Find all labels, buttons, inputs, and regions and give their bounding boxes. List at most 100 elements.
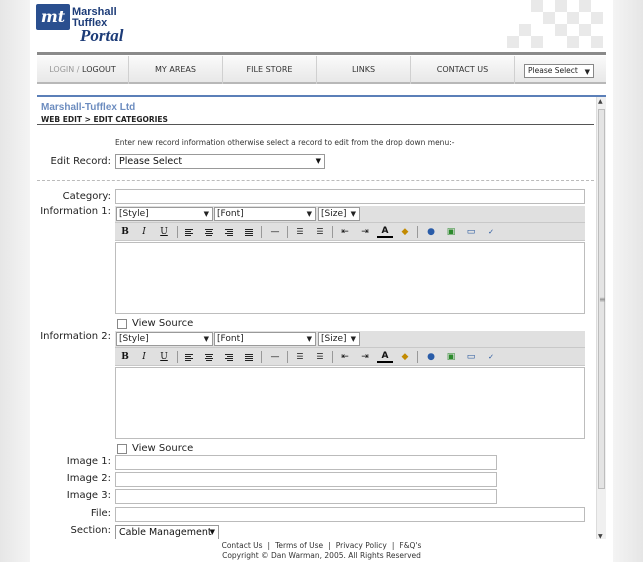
nav-quick-select[interactable]: Please Select ▼ xyxy=(524,64,594,78)
underline-icon[interactable]: U xyxy=(156,224,172,240)
nav-select-value: Please Select xyxy=(528,66,578,75)
ordered-list-icon[interactable]: ☰ xyxy=(292,224,308,240)
font-color-icon[interactable]: A xyxy=(377,349,393,363)
information2-editor: [Style] ▼ [Font] ▼ [Size] ▼ B I U — ☰ ☰ ⇤ xyxy=(115,331,585,441)
spellcheck-icon[interactable]: ✓ xyxy=(483,224,499,240)
justify-icon[interactable] xyxy=(241,349,257,365)
italic-icon[interactable]: I xyxy=(136,349,152,365)
chevron-down-icon: ▼ xyxy=(350,335,356,343)
italic-icon[interactable]: I xyxy=(136,224,152,240)
bold-icon[interactable]: B xyxy=(117,224,133,240)
size-select[interactable]: [Size] ▼ xyxy=(318,207,360,221)
footer-privacy-link[interactable]: Privacy Policy xyxy=(336,541,387,550)
horizontal-rule-icon[interactable]: — xyxy=(267,224,283,240)
category-label: Category: xyxy=(62,191,111,202)
panel-scrollbar[interactable]: ▲ ≡ ▼ xyxy=(596,97,606,539)
footer-separator: | xyxy=(267,541,271,550)
align-center-icon[interactable] xyxy=(201,349,217,365)
category-input[interactable] xyxy=(115,189,585,204)
spellcheck-icon[interactable]: ✓ xyxy=(483,349,499,365)
file-label: File: xyxy=(90,508,111,519)
align-right-icon[interactable] xyxy=(221,224,237,240)
ordered-list-icon[interactable]: ☰ xyxy=(292,349,308,365)
view-source-label-1: View Source xyxy=(132,318,194,329)
chevron-down-icon: ▼ xyxy=(350,210,356,218)
chevron-down-icon: ▼ xyxy=(203,210,209,218)
nav-my-areas[interactable]: MY AREAS xyxy=(129,56,223,84)
section-label: Section: xyxy=(70,525,111,536)
highlight-icon[interactable]: ◆ xyxy=(397,349,413,365)
indent-icon[interactable]: ⇥ xyxy=(357,349,373,365)
file-input[interactable] xyxy=(115,507,585,522)
outdent-icon[interactable]: ⇤ xyxy=(337,349,353,365)
align-center-icon[interactable] xyxy=(201,224,217,240)
style-select[interactable]: [Style] ▼ xyxy=(116,207,213,221)
outdent-icon[interactable]: ⇤ xyxy=(337,224,353,240)
horizontal-rule-icon[interactable]: — xyxy=(267,349,283,365)
table-icon[interactable]: ▭ xyxy=(463,224,479,240)
footer-contact-link[interactable]: Contact Us xyxy=(222,541,263,550)
edit-record-select[interactable]: Please Select ▼ xyxy=(115,154,325,169)
copyright-text: Copyright © Dan Warman, 2005. All Rights… xyxy=(222,551,421,560)
scroll-down-icon[interactable]: ▼ xyxy=(598,533,603,539)
unordered-list-icon[interactable]: ☰ xyxy=(312,349,328,365)
footer-faq-link[interactable]: F&Q's xyxy=(399,541,421,550)
edit-record-value: Please Select xyxy=(119,156,183,167)
edit-panel: Marshall-Tufflex Ltd WEB EDIT > EDIT CAT… xyxy=(37,95,606,539)
chevron-down-icon: ▼ xyxy=(306,335,312,343)
nav-contact-us[interactable]: CONTACT US xyxy=(411,56,515,84)
nav-file-store[interactable]: FILE STORE xyxy=(223,56,317,84)
justify-icon[interactable] xyxy=(241,224,257,240)
company-name: Marshall-Tufflex Ltd xyxy=(41,102,136,113)
nav-links[interactable]: LINKS xyxy=(317,56,411,84)
highlight-icon[interactable]: ◆ xyxy=(397,224,413,240)
size-select[interactable]: [Size] ▼ xyxy=(318,332,360,346)
information2-textarea[interactable] xyxy=(115,367,585,439)
information1-label: Information 1: xyxy=(40,206,111,217)
logo-text-portal: Portal xyxy=(80,26,124,45)
information1-editor: [Style] ▼ [Font] ▼ [Size] ▼ B I U — ☰ ☰ ⇤ xyxy=(115,206,585,316)
font-value: [Font] xyxy=(217,334,244,344)
chevron-down-icon: ▼ xyxy=(584,68,590,76)
font-value: [Font] xyxy=(217,209,244,219)
image3-input[interactable] xyxy=(115,489,497,504)
nav-logout-link[interactable]: LOGOUT xyxy=(82,65,116,74)
view-source-checkbox-1[interactable] xyxy=(117,319,127,329)
portal-logo[interactable]: mt Marshall Tufflex Portal xyxy=(36,4,136,48)
image-icon[interactable]: ▣ xyxy=(443,224,459,240)
view-source-label-2: View Source xyxy=(132,443,194,454)
chevron-down-icon: ▼ xyxy=(306,210,312,218)
section-select[interactable]: Cable Management ▼ xyxy=(115,525,219,539)
header: mt Marshall Tufflex Portal xyxy=(30,0,613,52)
image1-input[interactable] xyxy=(115,455,497,470)
chevron-down-icon: ▼ xyxy=(315,157,321,165)
link-icon[interactable]: ● xyxy=(423,224,439,240)
font-color-icon[interactable]: A xyxy=(377,224,393,238)
style-select[interactable]: [Style] ▼ xyxy=(116,332,213,346)
indent-icon[interactable]: ⇥ xyxy=(357,224,373,240)
image2-input[interactable] xyxy=(115,472,497,487)
nav-login-link[interactable]: LOGIN / xyxy=(49,65,79,74)
align-left-icon[interactable] xyxy=(181,349,197,365)
view-source-checkbox-2[interactable] xyxy=(117,444,127,454)
font-select[interactable]: [Font] ▼ xyxy=(214,207,316,221)
bold-icon[interactable]: B xyxy=(117,349,133,365)
logo-mark-icon: mt xyxy=(36,4,70,30)
table-icon[interactable]: ▭ xyxy=(463,349,479,365)
underline-icon[interactable]: U xyxy=(156,349,172,365)
align-right-icon[interactable] xyxy=(221,349,237,365)
grip-icon: ≡ xyxy=(599,295,606,304)
unordered-list-icon[interactable]: ☰ xyxy=(312,224,328,240)
information1-textarea[interactable] xyxy=(115,242,585,314)
align-left-icon[interactable] xyxy=(181,224,197,240)
link-icon[interactable]: ● xyxy=(423,349,439,365)
footer-terms-link[interactable]: Terms of Use xyxy=(275,541,323,550)
editor-format-toolbar: [Style] ▼ [Font] ▼ [Size] ▼ xyxy=(115,331,585,348)
style-value: [Style] xyxy=(119,209,149,219)
font-select[interactable]: [Font] ▼ xyxy=(214,332,316,346)
editor-button-toolbar: B I U — ☰ ☰ ⇤ ⇥ A ◆ ● ▣ ▭ ✓ xyxy=(115,348,585,366)
scroll-up-icon[interactable]: ▲ xyxy=(598,98,603,105)
breadcrumb-divider xyxy=(37,124,594,125)
section-value: Cable Management xyxy=(119,527,212,538)
image-icon[interactable]: ▣ xyxy=(443,349,459,365)
